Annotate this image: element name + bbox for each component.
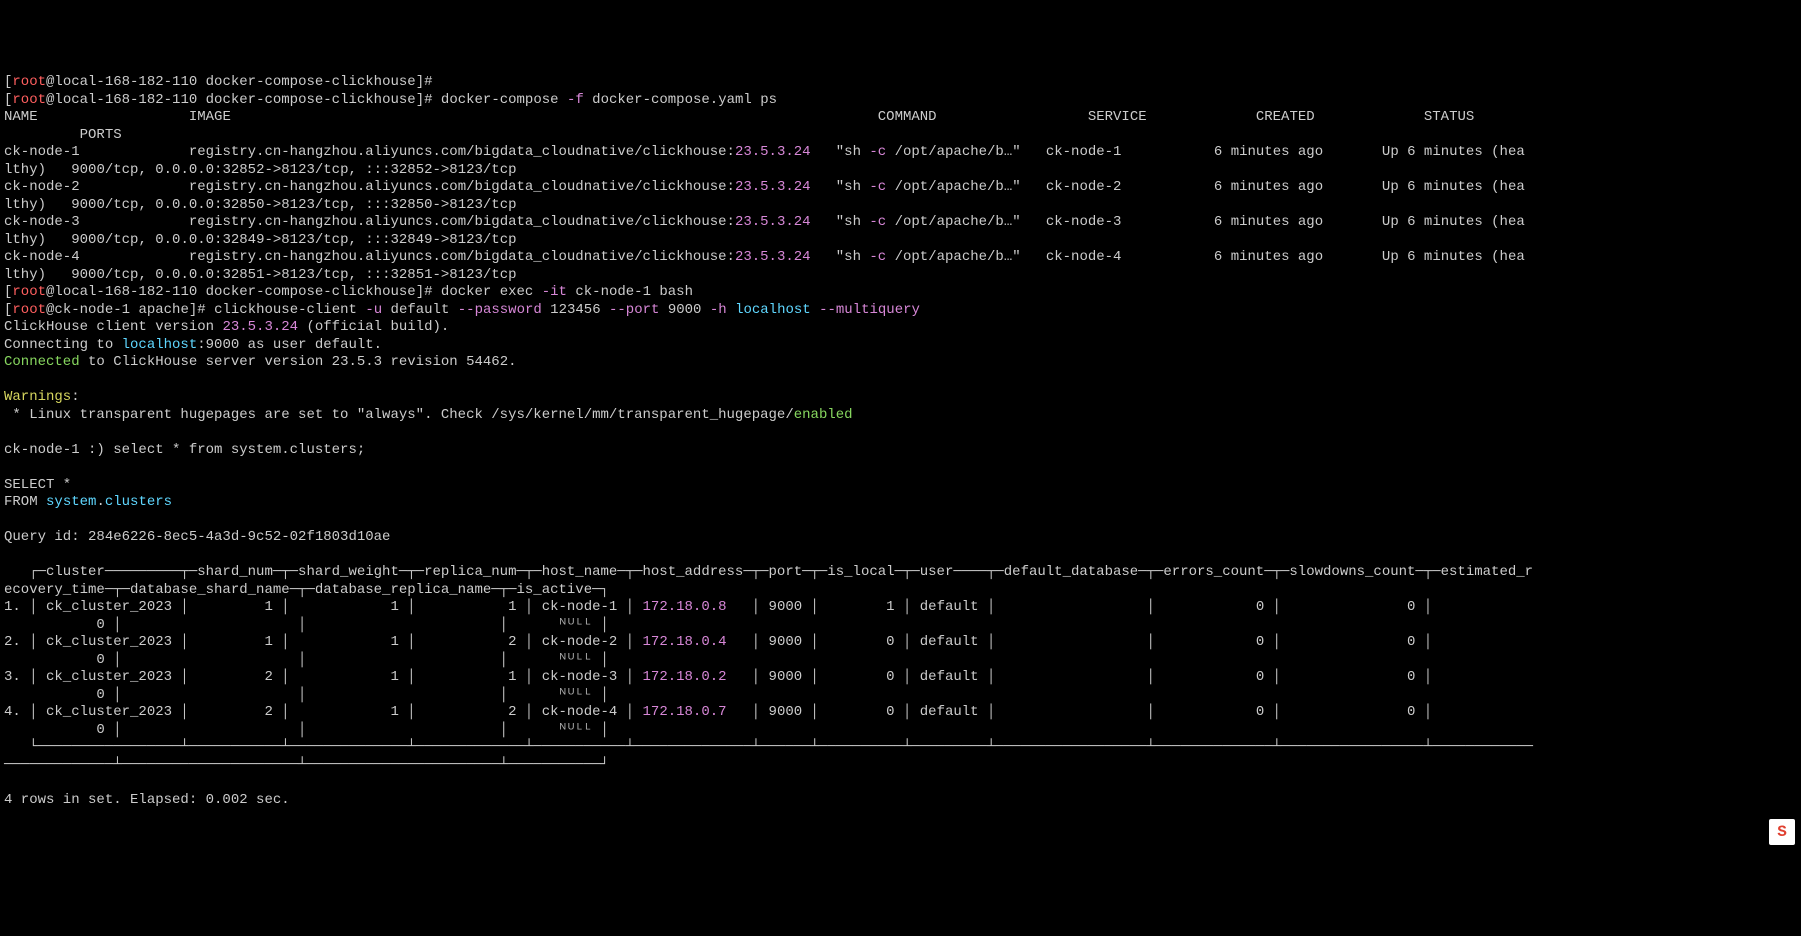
ps-header-ports: PORTS <box>4 127 122 143</box>
table-row: 0 │ │ │ ᴺᵁᴸᴸ │ <box>4 617 609 633</box>
ps-row-cont: lthy) 9000/tcp, 0.0.0.0:32852->8123/tcp,… <box>4 162 517 178</box>
ps-row: ck-node-2 registry.cn-hangzhou.aliyuncs.… <box>4 179 1525 195</box>
sql-echo: SELECT * <box>4 477 71 493</box>
ps-row-cont: lthy) 9000/tcp, 0.0.0.0:32850->8123/tcp,… <box>4 197 517 213</box>
ps-header: NAME IMAGE COMMAND SERVICE CREATED STATU… <box>4 109 1474 125</box>
terminal-output[interactable]: [root@local-168-182-110 docker-compose-c… <box>4 74 1797 809</box>
ps-row: ck-node-3 registry.cn-hangzhou.aliyuncs.… <box>4 214 1525 230</box>
prompt-line: [root@local-168-182-110 docker-compose-c… <box>4 284 441 300</box>
table-row: 0 │ │ │ ᴺᵁᴸᴸ │ <box>4 652 609 668</box>
warnings-line: Warnings: <box>4 389 80 405</box>
sql-echo: FROM system.clusters <box>4 494 172 510</box>
ps-row: ck-node-1 registry.cn-hangzhou.aliyuncs.… <box>4 144 1525 160</box>
command-text: docker-compose -f docker-compose.yaml ps <box>441 92 777 108</box>
prompt-line: [root@local-168-182-110 docker-compose-c… <box>4 92 441 108</box>
ps-row-cont: lthy) 9000/tcp, 0.0.0.0:32849->8123/tcp,… <box>4 232 517 248</box>
app-badge-icon: S <box>1769 819 1795 845</box>
table-footer: ─────────────┴─────────────────────┴────… <box>4 757 609 773</box>
table-header: ecovery_time─┬─database_shard_name─┬─dat… <box>4 582 609 598</box>
prompt-line: [root@ck-node-1 apache]# <box>4 302 214 318</box>
connected-line: Connected to ClickHouse server version 2… <box>4 354 517 370</box>
warnings-body: * Linux transparent hugepages are set to… <box>4 407 853 423</box>
table-row: 1. │ ck_cluster_2023 │ 1 │ 1 │ 1 │ ck-no… <box>4 599 1432 615</box>
command-text: docker exec -it ck-node-1 bash <box>441 284 693 300</box>
query-prompt: ck-node-1 :) select * from system.cluste… <box>4 442 365 458</box>
ps-row: ck-node-4 registry.cn-hangzhou.aliyuncs.… <box>4 249 1525 265</box>
query-id: Query id: 284e6226-8ec5-4a3d-9c52-02f180… <box>4 529 390 545</box>
table-row: 3. │ ck_cluster_2023 │ 2 │ 1 │ 1 │ ck-no… <box>4 669 1432 685</box>
ps-row-cont: lthy) 9000/tcp, 0.0.0.0:32851->8123/tcp,… <box>4 267 517 283</box>
table-row: 0 │ │ │ ᴺᵁᴸᴸ │ <box>4 722 609 738</box>
table-row: 2. │ ck_cluster_2023 │ 1 │ 1 │ 2 │ ck-no… <box>4 634 1432 650</box>
client-version: ClickHouse client version 23.5.3.24 (off… <box>4 319 449 335</box>
prompt-line: [root@local-168-182-110 docker-compose-c… <box>4 74 433 90</box>
table-row: 4. │ ck_cluster_2023 │ 2 │ 1 │ 2 │ ck-no… <box>4 704 1432 720</box>
command-text: clickhouse-client -u default --password … <box>214 302 920 318</box>
table-row: 0 │ │ │ ᴺᵁᴸᴸ │ <box>4 687 609 703</box>
table-header: ┌─cluster─────────┬─shard_num─┬─shard_we… <box>4 564 1533 580</box>
result-summary: 4 rows in set. Elapsed: 0.002 sec. <box>4 792 290 808</box>
connecting-line: Connecting to localhost:9000 as user def… <box>4 337 382 353</box>
table-footer: └─────────────────┴───────────┴─────────… <box>4 739 1533 755</box>
